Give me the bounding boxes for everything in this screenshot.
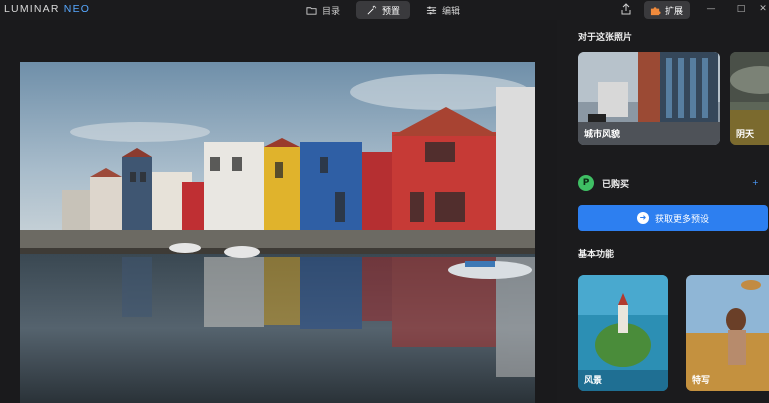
minimize-icon[interactable]: — xyxy=(704,2,718,16)
preset-card-portrait[interactable]: 特写 xyxy=(686,275,769,391)
card-label: 城市风貌 xyxy=(584,130,621,140)
tab-edit[interactable]: 编辑 xyxy=(416,1,470,19)
card-label: 风景 xyxy=(584,376,603,386)
luminar-window: LUMINAR NEO 目录 预置 编辑 扩展 — □ ✕ 对于这张照片 城市风… xyxy=(0,0,769,403)
tab-catalog[interactable]: 目录 xyxy=(296,1,350,19)
close-icon[interactable]: ✕ xyxy=(756,2,769,16)
about-photo-title: 对于这张照片 xyxy=(578,33,633,43)
tab-presets[interactable]: 预置 xyxy=(356,1,411,19)
preset-card-cityscape[interactable]: 城市风貌 xyxy=(578,52,720,145)
mode-tabs: 目录 预置 编辑 xyxy=(296,1,470,19)
tab-label: 编辑 xyxy=(442,6,461,17)
purchased-label: 已购买 xyxy=(602,179,630,190)
sliders-icon xyxy=(426,6,437,14)
card-label: 特写 xyxy=(692,376,711,386)
basic-features-title: 基本功能 xyxy=(578,250,615,260)
presets-panel: 对于这张照片 城市风貌 阴天 P 已购买 + ➜ 获取更多预设 基本功能 风景 … xyxy=(557,20,769,403)
tab-label: 预置 xyxy=(382,6,401,17)
magic-wand-icon xyxy=(367,5,377,14)
purchased-icon: P xyxy=(578,175,594,191)
get-more-label: 获取更多预设 xyxy=(654,214,709,225)
share-icon[interactable] xyxy=(620,3,632,15)
extensions-label: 扩展 xyxy=(665,6,684,17)
more-link[interactable]: + xyxy=(752,178,759,187)
top-bar: LUMINAR NEO 目录 预置 编辑 扩展 — □ ✕ xyxy=(0,0,769,20)
puzzle-icon xyxy=(650,6,661,15)
main-photo[interactable] xyxy=(20,62,535,403)
maximize-icon[interactable]: □ xyxy=(734,2,748,16)
arrow-right-icon: ➜ xyxy=(636,212,649,224)
purchased-section[interactable]: P 已购买 xyxy=(578,175,629,191)
extensions-button[interactable]: 扩展 xyxy=(644,1,690,19)
app-logo: LUMINAR NEO xyxy=(4,3,91,15)
tab-label: 目录 xyxy=(322,6,341,17)
card-label: 阴天 xyxy=(736,130,755,140)
image-canvas xyxy=(0,20,557,403)
folder-icon xyxy=(306,6,317,15)
preset-card-landscape[interactable]: 风景 xyxy=(578,275,668,391)
get-more-presets-button[interactable]: ➜ 获取更多预设 xyxy=(578,205,768,231)
preset-card-overcast[interactable]: 阴天 xyxy=(730,52,769,145)
